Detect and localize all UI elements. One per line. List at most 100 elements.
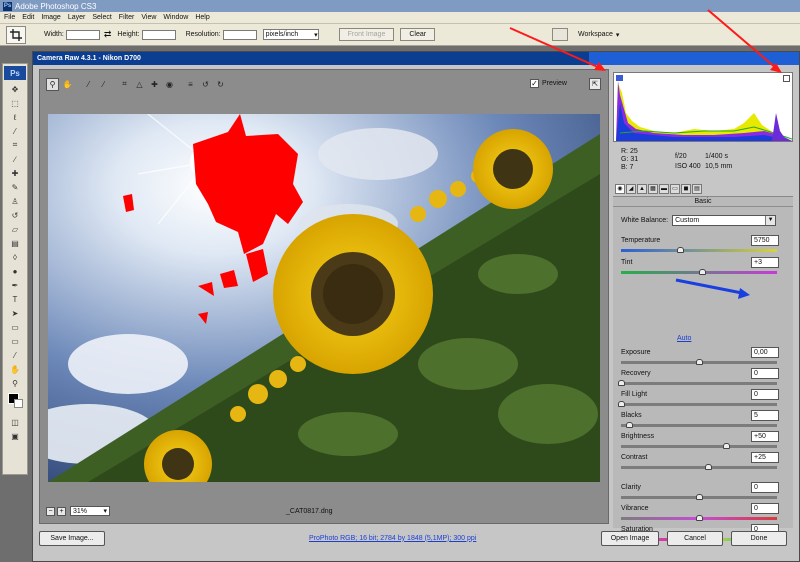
exposure-thumb[interactable] [696, 359, 703, 365]
split-toning-tab-icon[interactable]: ▬ [659, 184, 669, 194]
crop-tool-icon[interactable]: ⌗ [8, 139, 22, 151]
move-tool-icon[interactable]: ✥ [8, 83, 22, 95]
open-image-button[interactable]: Open Image [601, 530, 659, 546]
color-sampler-tool-icon[interactable]: ⁄ [97, 78, 110, 91]
red-eye-tool-icon[interactable]: ◉ [163, 78, 176, 91]
contrast-track[interactable] [621, 466, 777, 469]
rotate-right-icon[interactable]: ↻ [214, 78, 227, 91]
zoom-tool-icon[interactable]: ⚲ [8, 377, 22, 389]
recovery-slider[interactable]: Recovery 0 [618, 368, 779, 390]
eyedropper-tool-icon[interactable]: ⁄ [8, 349, 22, 361]
save-image-button[interactable]: Save Image... [39, 530, 105, 546]
temperature-thumb[interactable] [677, 247, 685, 253]
brush-tool-icon[interactable]: ✎ [8, 181, 22, 193]
blacks-track[interactable] [621, 424, 777, 427]
swap-icon[interactable]: ⇄ [104, 29, 112, 40]
fill-light-thumb[interactable] [618, 401, 625, 407]
white-balance-select[interactable]: Custom ▼ [672, 215, 777, 226]
shadow-clipping-warning-icon[interactable] [616, 75, 623, 81]
dodge-tool-icon[interactable]: ● [8, 265, 22, 277]
clarity-value[interactable]: 0 [751, 482, 779, 493]
menu-select[interactable]: Select [92, 14, 111, 21]
clone-stamp-icon[interactable]: ♙ [8, 195, 22, 207]
menu-help[interactable]: Help [195, 14, 209, 21]
marquee-tool-icon[interactable]: ⬚ [8, 97, 22, 109]
type-tool-icon[interactable]: T [8, 293, 22, 305]
lasso-tool-icon[interactable]: ℓ [8, 111, 22, 123]
brightness-value[interactable]: +50 [751, 431, 779, 442]
preview-toggle[interactable]: ✓ Preview [530, 79, 567, 88]
temperature-value[interactable]: 5750 [751, 235, 779, 246]
shape-tool-icon[interactable]: ▭ [8, 321, 22, 333]
menu-layer[interactable]: Layer [68, 14, 86, 21]
resolution-unit-select[interactable]: pixels/inch ▾ [262, 29, 319, 40]
contrast-value[interactable]: +25 [751, 452, 779, 463]
tint-thumb[interactable] [699, 269, 707, 275]
vibrance-value[interactable]: 0 [751, 503, 779, 514]
exposure-slider[interactable]: Exposure 0,00 [621, 347, 779, 369]
white-balance-tool-icon[interactable]: ⁄ [82, 78, 95, 91]
magic-wand-tool-icon[interactable]: ⁄ [8, 125, 22, 137]
path-selection-icon[interactable]: ➤ [8, 307, 22, 319]
crop-tool-icon[interactable]: ⌗ [118, 78, 131, 91]
cancel-button[interactable]: Cancel [667, 530, 723, 546]
blacks-slider[interactable]: Blacks 5 [621, 410, 779, 432]
fill-light-value[interactable]: 0 [751, 389, 779, 400]
tint-value[interactable]: +3 [751, 257, 779, 268]
menu-edit[interactable]: Edit [22, 14, 34, 21]
straighten-tool-icon[interactable]: △ [133, 78, 146, 91]
menu-file[interactable]: File [4, 14, 15, 21]
rotate-left-icon[interactable]: ↺ [199, 78, 212, 91]
brightness-track[interactable] [621, 445, 777, 448]
zoom-out-button[interactable]: − [46, 506, 55, 516]
hand-tool-icon[interactable]: ✋ [8, 363, 22, 375]
highlight-clipping-warning-icon[interactable] [783, 75, 790, 82]
photo-preview[interactable] [48, 114, 600, 482]
hand-tool-icon[interactable]: ✋ [61, 78, 74, 91]
workspace-switcher[interactable]: Workspace ▾ [552, 28, 619, 41]
preview-checkbox[interactable]: ✓ [530, 79, 539, 88]
temperature-track[interactable] [621, 249, 777, 252]
lens-corrections-tab-icon[interactable]: ▭ [670, 184, 680, 194]
menu-filter[interactable]: Filter [119, 14, 135, 21]
zoom-tool-icon[interactable]: ⚲ [46, 77, 59, 91]
crop-tool-preset-icon[interactable] [6, 25, 26, 44]
presets-tab-icon[interactable]: ▤ [692, 184, 702, 194]
camera-calibration-tab-icon[interactable]: ◼ [681, 184, 691, 194]
menu-window[interactable]: Window [163, 14, 188, 21]
quick-mask-icon[interactable]: ◫ [8, 416, 22, 428]
history-brush-icon[interactable]: ↺ [8, 209, 22, 221]
fill-light-track[interactable] [621, 403, 777, 406]
clarity-slider[interactable]: Clarity 0 [621, 482, 779, 504]
basic-tab-icon[interactable]: ◉ [615, 184, 625, 194]
fill-light-slider[interactable]: Fill Light 0 [618, 389, 779, 411]
done-button[interactable]: Done [731, 530, 787, 546]
zoom-level-select[interactable]: 31% ▾ [70, 506, 110, 516]
clear-button[interactable]: Clear [400, 28, 436, 41]
fullscreen-icon[interactable]: ⇱ [589, 78, 601, 90]
menu-image[interactable]: Image [41, 14, 60, 21]
clarity-thumb[interactable] [696, 494, 703, 500]
background-color-swatch[interactable] [14, 399, 23, 408]
healing-brush-icon[interactable]: ✚ [8, 167, 22, 179]
vibrance-thumb[interactable] [696, 515, 703, 521]
recovery-value[interactable]: 0 [751, 368, 779, 379]
eraser-tool-icon[interactable]: ▱ [8, 223, 22, 235]
blacks-thumb[interactable] [625, 422, 633, 428]
height-field[interactable] [141, 29, 176, 40]
hsl-tab-icon[interactable]: ▦ [648, 184, 658, 194]
vibrance-slider[interactable]: Vibrance 0 [621, 503, 779, 525]
recovery-thumb[interactable] [618, 380, 625, 386]
notes-tool-icon[interactable]: ▭ [8, 335, 22, 347]
blacks-value[interactable]: 5 [751, 410, 779, 421]
recovery-track[interactable] [621, 382, 777, 385]
tone-curve-tab-icon[interactable]: ◢ [626, 184, 636, 194]
preferences-icon[interactable]: ≡ [184, 78, 197, 91]
brightness-thumb[interactable] [722, 443, 730, 449]
blur-tool-icon[interactable]: ◊ [8, 251, 22, 263]
contrast-slider[interactable]: Contrast +25 [621, 452, 779, 474]
zoom-in-button[interactable]: + [57, 506, 66, 516]
retouch-tool-icon[interactable]: ✚ [148, 78, 161, 91]
menu-view[interactable]: View [141, 14, 156, 21]
temperature-slider[interactable]: Temperature 5750 [621, 235, 779, 257]
